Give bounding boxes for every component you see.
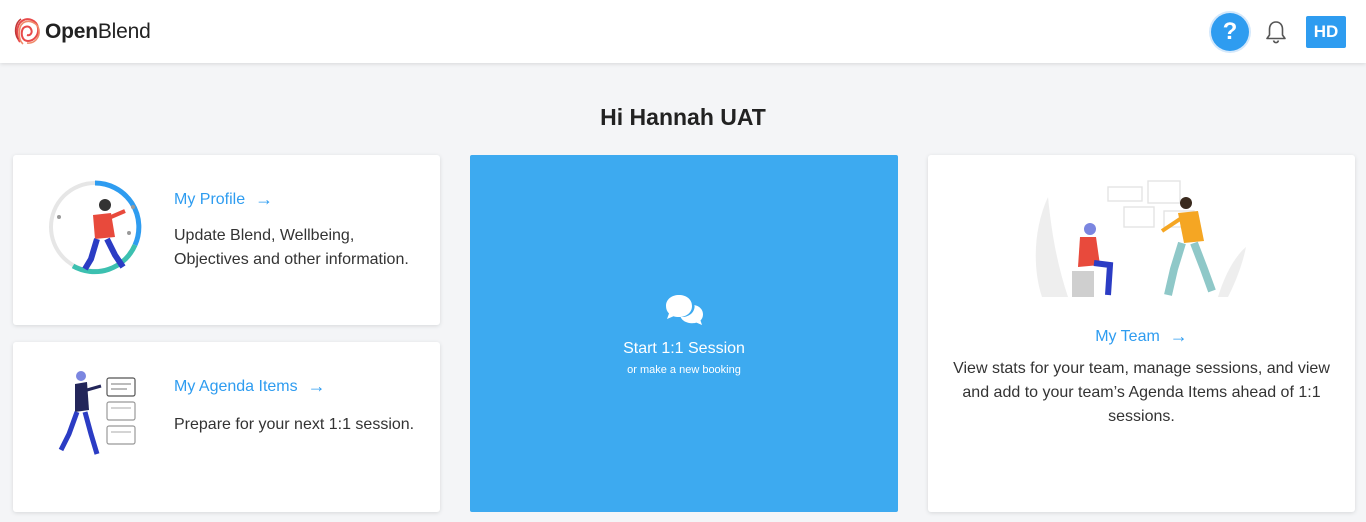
brand-name: OpenBlend [45,19,151,43]
my-team-description: View stats for your team, manage session… [953,360,1330,425]
my-profile-description: Update Blend, Wellbeing, Objectives and … [174,227,409,268]
team-illustration [1035,180,1246,297]
agenda-text-block: My Agenda Items → Prepare for your next … [174,376,434,437]
greeting-heading: Hi Hannah UAT [600,104,766,130]
top-bar: OpenBlend ? HD [0,0,1366,63]
question-icon: ? [1222,17,1238,45]
my-team-label: My Team [1095,327,1160,345]
start-session-title: Start 1:1 Session [623,339,745,357]
my-profile-card[interactable]: My Profile → Update Blend, Wellbeing, Ob… [13,155,440,325]
my-team-card[interactable]: My Team → View stats for your team, mana… [928,155,1355,512]
profile-text-block: My Profile → Update Blend, Wellbeing, Ob… [174,189,424,272]
profile-illustration [49,180,142,275]
user-avatar[interactable]: HD [1306,15,1346,48]
arrow-right-icon: → [307,376,326,396]
team-text-block: My Team → View stats for your team, mana… [928,326,1355,429]
my-profile-label: My Profile [174,190,246,208]
my-team-link[interactable]: My Team → [1095,326,1188,347]
arrow-right-icon: → [1169,326,1188,346]
my-agenda-items-description: Prepare for your next 1:1 session. [174,416,415,433]
chat-bubbles-icon [666,294,703,325]
bell-icon [1266,20,1286,43]
brand-logo-link[interactable]: OpenBlend [14,17,151,47]
start-session-card[interactable]: Start 1:1 Session or make a new booking [470,155,898,512]
agenda-illustration [58,371,136,455]
my-agenda-items-card[interactable]: My Agenda Items → Prepare for your next … [13,342,440,512]
header-actions: ? HD [1211,12,1346,51]
start-session-subtitle: or make a new booking [627,363,741,376]
arrow-right-icon: → [255,189,274,209]
my-agenda-items-link[interactable]: My Agenda Items → [174,376,326,397]
openblend-logo-icon [14,17,40,45]
notifications-button[interactable] [1263,18,1289,46]
my-profile-link[interactable]: My Profile → [174,189,273,210]
help-button[interactable]: ? [1211,12,1249,51]
my-agenda-items-label: My Agenda Items [174,377,298,395]
